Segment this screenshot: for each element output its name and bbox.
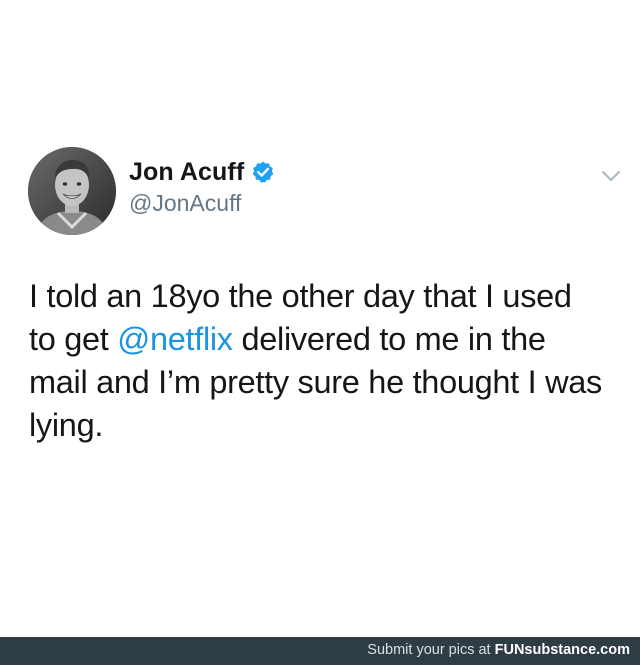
- tweet-text-line: mail and I’m pretty sure he thought I wa…: [29, 361, 619, 404]
- watermark-footer: Submit your pics at FUNsubstance.com: [0, 637, 640, 665]
- author-display-name[interactable]: Jon Acuff: [129, 158, 244, 187]
- watermark-text: Submit your pics at FUNsubstance.com: [367, 642, 630, 658]
- watermark-brand-bold: FUN: [494, 642, 525, 658]
- tweet-text-line: lying.: [29, 404, 619, 447]
- watermark-prefix: Submit your pics at: [367, 642, 495, 658]
- tweet-text-segment: mail and I’m pretty sure he thought I wa…: [29, 364, 602, 400]
- user-avatar[interactable]: [28, 147, 116, 235]
- watermark-brand[interactable]: FUNsubstance.com: [495, 642, 630, 658]
- tweet-text-line: to get @netflix delivered to me in the: [29, 318, 619, 361]
- author-handle[interactable]: @JonAcuff: [129, 190, 241, 217]
- tweet-text-segment: to get: [29, 321, 118, 357]
- watermark-brand-rest: substance.com: [524, 642, 630, 658]
- verified-badge-icon: [251, 160, 275, 184]
- tweet-text: I told an 18yo the other day that I used…: [29, 275, 619, 447]
- chevron-down-icon[interactable]: [598, 163, 624, 189]
- tweet-text-segment: lying.: [29, 407, 104, 443]
- tweet-text-segment: delivered to me in the: [232, 321, 546, 357]
- tweet-text-line: I told an 18yo the other day that I used: [29, 275, 619, 318]
- tweet-text-segment: I told an 18yo the other day that I used: [29, 278, 572, 314]
- author-name-row: Jon Acuff: [129, 155, 275, 189]
- avatar-portrait: [28, 147, 116, 235]
- mention-link[interactable]: @netflix: [117, 321, 233, 357]
- tweet-card: Jon Acuff @JonAcuff I told an 18yo the o…: [0, 0, 640, 637]
